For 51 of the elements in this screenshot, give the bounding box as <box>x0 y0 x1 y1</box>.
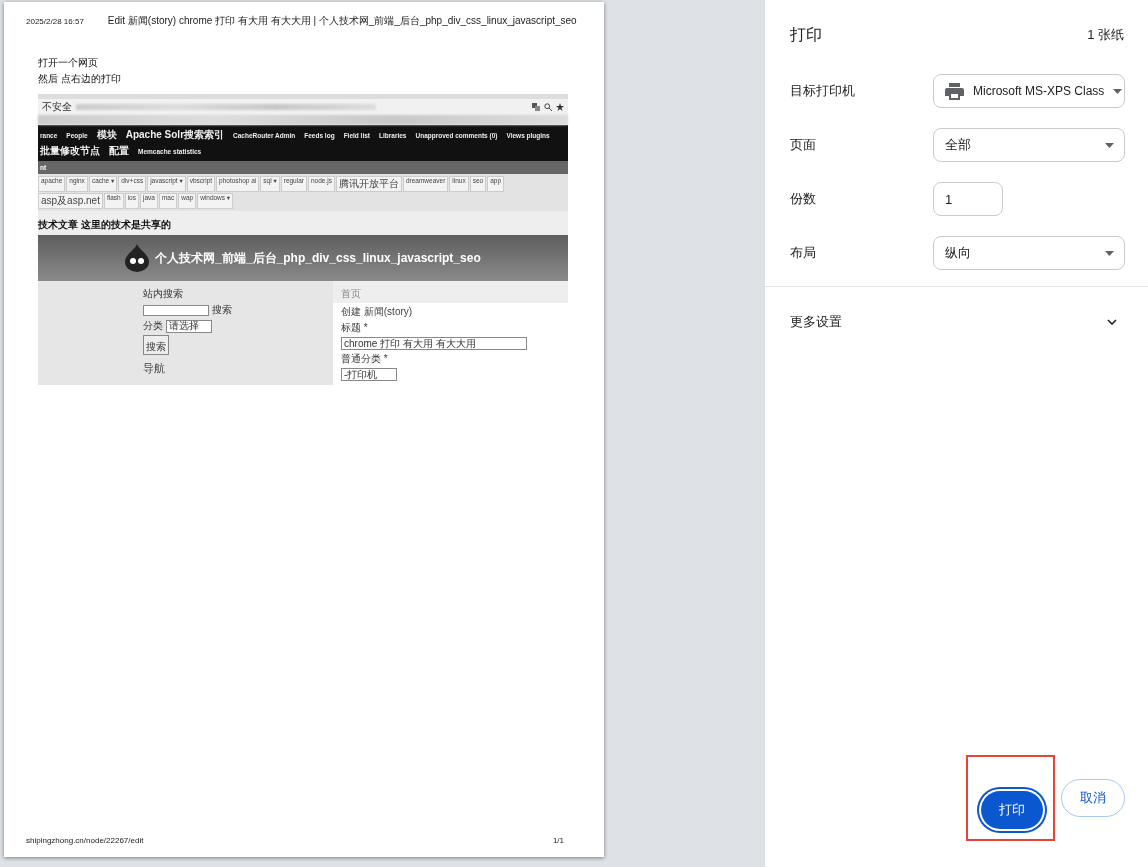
sheet-count: 1 张纸 <box>1087 26 1124 44</box>
printer-select[interactable]: Microsoft MS-XPS Class <box>933 74 1125 108</box>
setting-label: 页面 <box>790 136 817 154</box>
chevron-icon <box>1107 319 1117 325</box>
drop-logo-icon <box>125 244 150 272</box>
category-select[interactable]: 请选择 <box>166 319 212 333</box>
zoom-icon <box>544 103 552 111</box>
menu-link[interactable]: 批量修改节点 <box>40 144 100 158</box>
page-header-title: Edit 新闻(story) chrome 打印 有大用 有大大用 | 个人技术网_前端_后台_php_div_css_linux_javascript_seo <box>107 14 577 28</box>
star-icon <box>556 103 564 111</box>
setting-label: 份数 <box>790 190 817 208</box>
page-heading: 创建 新闻(story) <box>341 305 414 319</box>
search-button[interactable]: 搜索 <box>143 335 169 355</box>
page-header-date: 2025/2/28 16:57 <box>26 16 84 26</box>
site-slogan: 技术文章 这里的技术是共享的 <box>38 219 171 230</box>
field-label: 普通分类 * <box>341 352 389 366</box>
menu-link[interactable]: 模块 <box>96 128 117 142</box>
menu-link[interactable]: Apache Solr搜索索引 <box>125 128 225 142</box>
title-input[interactable]: chrome 打印 有大用 有大大用 <box>341 337 527 350</box>
copies-input[interactable]: 1 <box>933 182 1003 216</box>
select-value: 纵向 <box>945 244 972 262</box>
search-link[interactable]: 搜索 <box>212 303 232 317</box>
dropdown-select[interactable]: 全部 <box>933 128 1125 162</box>
field-label: 标题 * <box>341 321 369 335</box>
page-footer-url: shipingzhong.cn/node/22267/edit <box>26 836 144 845</box>
caret-icon <box>1105 142 1114 148</box>
panel-title: 打印 <box>790 24 822 45</box>
tag-link[interactable]: 腾讯开放平台 <box>335 176 402 192</box>
nav-heading: 导航 <box>143 361 166 376</box>
dropdown-select[interactable]: 纵向 <box>933 236 1125 270</box>
select-value: 全部 <box>945 136 972 154</box>
search-label: 站内搜索 <box>143 287 184 301</box>
printer-icon <box>945 82 964 100</box>
caret-icon <box>1113 88 1123 94</box>
category-select[interactable]: -打印机 <box>341 368 397 381</box>
more-settings-toggle[interactable]: 更多设置 <box>765 287 1148 331</box>
setting-label: 布局 <box>790 244 817 262</box>
setting-label: 目标打印机 <box>790 82 856 100</box>
tag-link[interactable]: asp及asp.net <box>38 193 103 209</box>
menu-link[interactable]: 配置 <box>109 144 129 158</box>
category-label: 分类 <box>143 319 163 333</box>
site-title: 个人技术网_前端_后台_php_div_css_linux_javascript_seo <box>155 249 481 267</box>
cancel-button[interactable]: 取消 <box>1061 779 1125 817</box>
body-text: 然后 点右边的打印 <box>38 72 122 86</box>
translate-icon <box>532 103 540 111</box>
body-text: 打开一个网页 <box>38 56 99 70</box>
page-number: 1/1 <box>552 836 564 845</box>
select-value: Microsoft MS-XPS Class <box>973 84 1105 98</box>
search-input[interactable] <box>143 304 209 316</box>
caret-icon <box>1105 250 1114 256</box>
security-label: 不安全 <box>42 100 72 114</box>
